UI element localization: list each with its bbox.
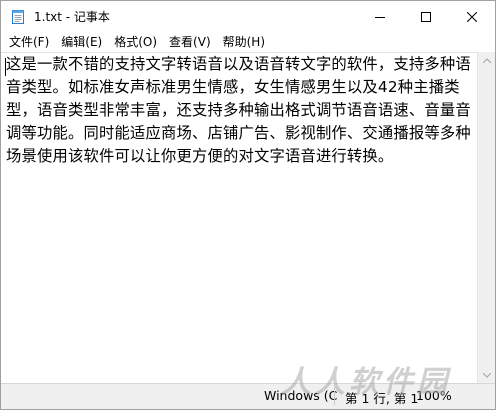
scroll-down-icon bbox=[482, 373, 491, 378]
menu-help[interactable]: 帮助(H) bbox=[217, 32, 271, 52]
watermark-logo: 人人软件园 bbox=[281, 365, 451, 400]
menu-edit[interactable]: 编辑(E) bbox=[55, 32, 108, 52]
minimize-icon bbox=[375, 16, 385, 18]
menu-bar: 文件(F) 编辑(E) 格式(O) 查看(V) 帮助(H) bbox=[1, 32, 495, 52]
maximize-icon bbox=[421, 11, 431, 22]
scroll-up-icon bbox=[482, 58, 491, 63]
maximize-button[interactable] bbox=[403, 1, 449, 32]
menu-file[interactable]: 文件(F) bbox=[1, 32, 55, 52]
notepad-window: 1.txt - 记事本 文件(F) 编辑(E) 格式(O) 查看(V) 帮助(H… bbox=[0, 0, 496, 410]
editor-text: 这是一款不错的支持文字转语音以及语音转文字的软件，支持多种语音类型。如标准女声标… bbox=[6, 55, 471, 165]
text-editor[interactable]: 这是一款不错的支持文字转语音以及语音转文字的软件，支持多种语音类型。如标准女声标… bbox=[1, 52, 478, 384]
minimize-button[interactable] bbox=[357, 1, 403, 32]
scroll-down-button[interactable] bbox=[478, 367, 495, 384]
close-icon bbox=[467, 11, 477, 22]
close-button[interactable] bbox=[449, 1, 495, 32]
menu-format[interactable]: 格式(O) bbox=[108, 32, 163, 52]
vertical-scrollbar[interactable] bbox=[477, 52, 495, 384]
scroll-up-button[interactable] bbox=[478, 52, 495, 69]
window-title: 1.txt - 记事本 bbox=[34, 10, 110, 24]
title-bar[interactable]: 1.txt - 记事本 bbox=[1, 1, 495, 32]
notepad-app-icon bbox=[12, 10, 24, 24]
menu-view[interactable]: 查看(V) bbox=[163, 32, 217, 52]
